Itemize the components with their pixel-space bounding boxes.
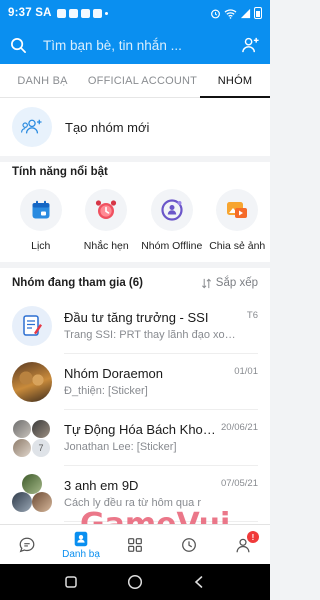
alarm-icon (211, 9, 220, 18)
wifi-icon (224, 8, 237, 19)
bottom-navigation: Danh bạ ! (0, 524, 270, 564)
featured-title: Tính năng nổi bật (12, 166, 108, 178)
create-group-label: Tạo nhóm mới (65, 119, 150, 135)
sort-label: Sắp xếp (215, 277, 258, 289)
group-row[interactable]: Nhóm Doraemon Đ_thiện: [Sticker] 01/01 (0, 354, 270, 410)
group-avatar (12, 306, 52, 346)
group-avatar (12, 362, 52, 402)
feature-label: Lịch (31, 240, 51, 252)
featured-section: Tính năng nổi bật Lịch Nhắc hẹn Nhóm Off… (0, 162, 270, 262)
add-group-icon (20, 119, 42, 134)
search-bar: Tìm bạn bè, tin nhắn ... (0, 26, 270, 64)
group-preview: Cách ly đều ra từ hôm qua r (64, 497, 201, 509)
member-avatar (13, 420, 31, 438)
calendar-icon (32, 200, 50, 219)
nav-discover[interactable] (108, 525, 162, 564)
member-avatar (12, 492, 32, 512)
home-icon[interactable] (127, 574, 143, 590)
member-avatar (13, 439, 31, 457)
system-icons (210, 7, 262, 19)
joined-groups-title: Nhóm đang tham gia (6) (12, 277, 143, 289)
share-photo-icon (227, 202, 248, 218)
contacts-icon (74, 531, 88, 546)
notification-icon (56, 8, 66, 18)
create-group-avatar (12, 107, 52, 147)
battery-icon (254, 7, 262, 19)
member-avatar (32, 492, 52, 512)
nav-profile[interactable]: ! (216, 525, 270, 564)
joined-groups-section: Nhóm đang tham gia (6) Sắp xếp Đầu tư tă… (0, 268, 270, 524)
search-icon[interactable] (10, 37, 27, 54)
group-row[interactable]: Đầu tư tăng trưởng - SSI Trang SSI: PRT … (0, 298, 270, 354)
notification-icons (56, 8, 108, 18)
offline-group-icon (161, 199, 183, 221)
document-icon (23, 315, 42, 336)
signal-icon (240, 8, 251, 18)
feature-label: Nhắc hẹn (83, 240, 129, 252)
group-preview: Đ_thiện: [Sticker] (64, 385, 148, 397)
group-row[interactable]: 3 anh em 9D Cách ly đều ra từ hôm qua r … (0, 466, 270, 522)
tab-contacts[interactable]: DANH BẠ (0, 64, 85, 97)
notification-icon (92, 8, 102, 18)
group-avatar (12, 474, 52, 514)
discover-grid-icon (128, 537, 142, 552)
tab-official-account[interactable]: OFFICIAL ACCOUNT (85, 64, 200, 97)
nav-timeline[interactable] (162, 525, 216, 564)
timeline-clock-icon (182, 537, 196, 552)
group-preview: Trang SSI: PRT thay lãnh đạo xong lợi... (64, 329, 258, 341)
member-avatar (32, 420, 50, 438)
group-avatar: 7 (12, 418, 52, 458)
nav-label: Danh bạ (62, 548, 100, 560)
group-time: 07/05/21 (221, 478, 258, 489)
sort-button[interactable]: Sắp xếp (201, 277, 258, 289)
alarm-clock-icon (96, 200, 117, 219)
status-bar: 9:37 SA (0, 0, 270, 26)
back-icon[interactable] (192, 575, 206, 589)
feature-share-photo[interactable]: Chia sẻ ảnh (205, 184, 271, 252)
group-name: Đầu tư tăng trưởng - SSI (64, 310, 209, 325)
member-avatar (22, 474, 42, 494)
create-group-row[interactable]: Tạo nhóm mới (0, 98, 270, 156)
feature-label: Chia sẻ ảnh (209, 240, 266, 252)
facebook-icon (80, 8, 90, 18)
recent-apps-icon[interactable] (64, 575, 78, 589)
more-dot-icon (104, 11, 108, 15)
tab-groups[interactable]: NHÓM (200, 64, 270, 98)
messages-icon (19, 537, 35, 552)
notification-icon (68, 8, 78, 18)
nav-contacts[interactable]: Danh bạ (54, 525, 108, 564)
feature-calendar[interactable]: Lịch (8, 184, 74, 252)
feature-offline-group[interactable]: Nhóm Offline (139, 184, 205, 252)
member-count: 7 (32, 439, 50, 457)
search-input[interactable]: Tìm bạn bè, tin nhắn ... (43, 38, 241, 53)
group-row[interactable]: 7 Tự Động Hóa Bách Khoa... Jonathan Lee:… (0, 410, 270, 466)
feature-reminder[interactable]: Nhắc hẹn (74, 184, 140, 252)
group-preview: Jonathan Lee: [Sticker] (64, 441, 177, 453)
sort-icon (201, 278, 211, 288)
add-friend-icon[interactable] (241, 36, 260, 55)
group-name: Nhóm Doraemon (64, 366, 163, 381)
feature-label: Nhóm Offline (141, 240, 203, 252)
status-time: 9:37 SA (8, 7, 52, 19)
group-time: 01/01 (234, 366, 258, 377)
notification-badge: ! (247, 531, 259, 543)
nav-messages[interactable] (0, 525, 54, 564)
contacts-tabs: DANH BẠ OFFICIAL ACCOUNT NHÓM (0, 64, 270, 98)
group-time: 20/06/21 (221, 422, 258, 433)
group-time: T6 (246, 310, 258, 321)
system-navigation (0, 564, 270, 600)
